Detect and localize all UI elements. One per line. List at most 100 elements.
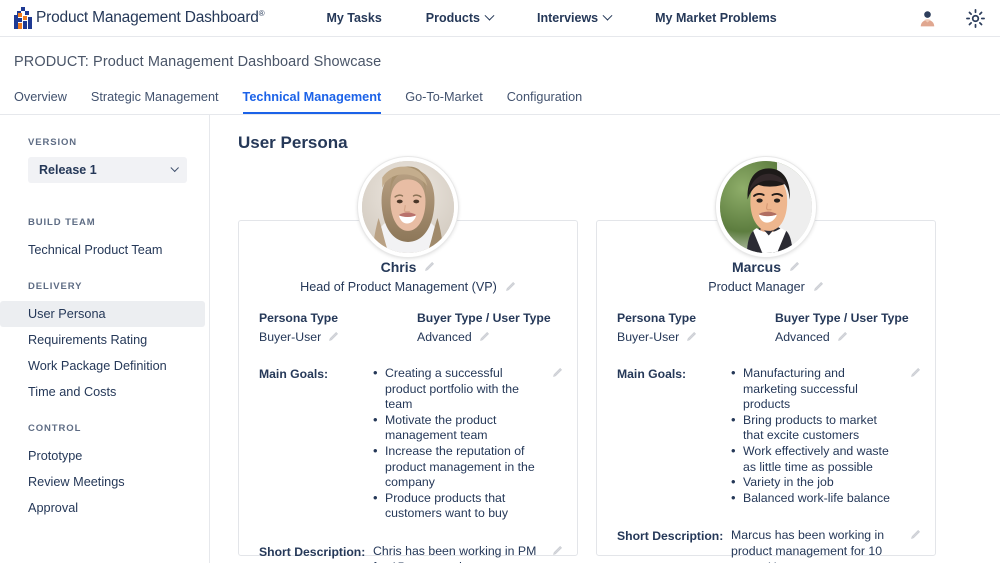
gear-icon[interactable] (965, 8, 986, 29)
short-description-row: Short Description: Marcus has been worki… (611, 528, 921, 563)
edit-pencil-icon[interactable] (836, 331, 848, 343)
sidebar-item-approval[interactable]: Approval (0, 495, 205, 521)
section-title: User Persona (238, 133, 348, 152)
top-bar-actions (918, 0, 986, 37)
version-select-value: Release 1 (39, 163, 97, 177)
persona-role-text: Product Manager (708, 280, 805, 294)
persona-type-row: Persona Type Buyer-User Buyer Type / Use… (611, 311, 921, 344)
main-goals-body: Manufacturing and marketing successful p… (731, 365, 921, 506)
short-description-text: Chris has been working in PM for 15 year… (373, 543, 537, 563)
sidebar-item-prototype[interactable]: Prototype (0, 443, 205, 469)
tab-technical-management[interactable]: Technical Management (242, 85, 382, 114)
sidebar-group-version-label: VERSION (28, 137, 78, 148)
tab-configuration[interactable]: Configuration (507, 85, 582, 114)
buyer-user-type-label: Buyer Type / User Type (417, 311, 551, 325)
short-description-body: Chris has been working in PM for 15 year… (373, 544, 563, 563)
persona-type-label: Persona Type (617, 311, 697, 325)
sidebar-item-time-and-costs[interactable]: Time and Costs (0, 379, 205, 405)
edit-pencil-icon[interactable] (909, 529, 921, 541)
sidebar-item-work-package-definition[interactable]: Work Package Definition (0, 353, 205, 379)
main-goals-body: Creating a successful product portfolio … (373, 365, 563, 522)
persona-photo-marcus (716, 157, 816, 257)
nav-label: Products (425, 11, 480, 25)
buyer-user-type-value: Advanced (417, 330, 472, 344)
list-item: Increase the reputation of product manag… (373, 443, 541, 491)
tab-go-to-market[interactable]: Go-To-Market (405, 85, 483, 114)
persona-type-value-row: Buyer-User (259, 330, 399, 344)
sidebar-item-requirements-rating[interactable]: Requirements Rating (0, 327, 205, 353)
persona-type-col: Persona Type Buyer-User (259, 311, 399, 344)
tab-overview[interactable]: Overview (14, 85, 67, 114)
edit-pencil-icon[interactable] (551, 367, 563, 379)
section-tabs: Overview Strategic Management Technical … (0, 85, 1000, 115)
persona-card: Marcus Product Manager Persona Type Buye… (596, 157, 936, 563)
persona-card-list: Chris Head of Product Management (VP) Pe… (238, 157, 1000, 563)
persona-role: Head of Product Management (VP) (253, 280, 563, 294)
sidebar-item-review-meetings[interactable]: Review Meetings (0, 469, 205, 495)
short-description-label: Short Description: (617, 529, 724, 544)
persona-name-text: Marcus (731, 259, 782, 275)
nav-item-my-market-problems[interactable]: My Market Problems (633, 11, 799, 25)
brand-logo[interactable]: Product Management Dashboard® (14, 7, 265, 29)
short-description-label: Short Description: (259, 544, 366, 559)
persona-type-col: Persona Type Buyer-User (617, 311, 757, 344)
chevron-down-icon (484, 10, 495, 21)
edit-pencil-icon[interactable] (685, 331, 697, 343)
sidebar-item-technical-product-team[interactable]: Technical Product Team (0, 237, 205, 263)
main-goals-row: Main Goals: Creating a successful produc… (253, 365, 563, 522)
sidebar-group-delivery-label: DELIVERY (28, 281, 83, 292)
persona-role: Product Manager (611, 280, 921, 294)
main-goals-label: Main Goals: (259, 367, 329, 381)
nav-label: My Tasks (326, 11, 382, 25)
list-item: Bring products to market that excite cus… (731, 412, 899, 444)
brand-title: Product Management Dashboard® (36, 8, 265, 27)
nav-item-interviews[interactable]: Interviews (515, 10, 633, 25)
list-item: Motivate the product management team (373, 412, 541, 444)
persona-role-text: Head of Product Management (VP) (300, 280, 497, 294)
product-header: PRODUCT: Product Management Dashboard Sh… (0, 37, 1000, 70)
list-item: Creating a successful product portfolio … (373, 365, 541, 413)
user-avatar-icon[interactable] (918, 9, 937, 28)
persona-type-value: Buyer-User (617, 330, 680, 344)
registered-mark: ® (258, 8, 265, 18)
persona-name: Chris (253, 259, 563, 275)
edit-pencil-icon[interactable] (551, 545, 563, 557)
edit-pencil-icon[interactable] (327, 331, 339, 343)
version-select[interactable]: Release 1 (28, 157, 187, 183)
persona-type-value-row: Buyer-User (617, 330, 757, 344)
main-goals-list: Manufacturing and marketing successful p… (731, 365, 899, 506)
persona-card: Chris Head of Product Management (VP) Pe… (238, 157, 578, 563)
edit-pencil-icon[interactable] (478, 331, 490, 343)
buyer-user-type-value-row: Advanced (417, 330, 557, 344)
persona-name-text: Chris (380, 259, 417, 275)
buyer-user-type-label: Buyer Type / User Type (775, 311, 909, 325)
short-description-body: Marcus has been working in product manag… (731, 528, 921, 563)
list-item: Work effectively and waste as little tim… (731, 443, 899, 475)
persona-name: Marcus (611, 259, 921, 275)
nav-item-products[interactable]: Products (404, 10, 515, 25)
edit-pencil-icon[interactable] (788, 261, 800, 273)
page-title: PRODUCT: Product Management Dashboard Sh… (14, 54, 382, 70)
buyer-user-type-value: Advanced (775, 330, 830, 344)
list-item: Variety in the job (731, 474, 899, 491)
edit-pencil-icon[interactable] (812, 281, 824, 293)
persona-type-row: Persona Type Buyer-User Buyer Type / Use… (253, 311, 563, 344)
short-description-text: Marcus has been working in product manag… (731, 528, 885, 563)
nav-item-my-tasks[interactable]: My Tasks (304, 11, 403, 25)
edit-pencil-icon[interactable] (423, 261, 435, 273)
content-area: VERSION Release 1 BUILD TEAM Technical P… (0, 115, 1000, 563)
main-panel: User Persona Chris Head of Product Manag… (210, 115, 1000, 563)
edit-pencil-icon[interactable] (909, 367, 921, 379)
nav-label: Interviews (536, 11, 599, 25)
sidebar-group-control-label: CONTROL (28, 423, 82, 434)
edit-pencil-icon[interactable] (504, 281, 516, 293)
main-nav: My Tasks Products Interviews My Market P… (304, 10, 799, 25)
sidebar-item-user-persona[interactable]: User Persona (0, 301, 205, 327)
top-navigation-bar: Product Management Dashboard® My Tasks P… (0, 0, 1000, 37)
tab-strategic-management[interactable]: Strategic Management (91, 85, 219, 114)
list-item: Produce products that customers want to … (373, 490, 541, 522)
product-dashboard-logo-icon (14, 7, 32, 29)
chevron-down-icon (170, 163, 179, 173)
sidebar: VERSION Release 1 BUILD TEAM Technical P… (0, 115, 210, 563)
nav-label: My Market Problems (655, 11, 777, 25)
